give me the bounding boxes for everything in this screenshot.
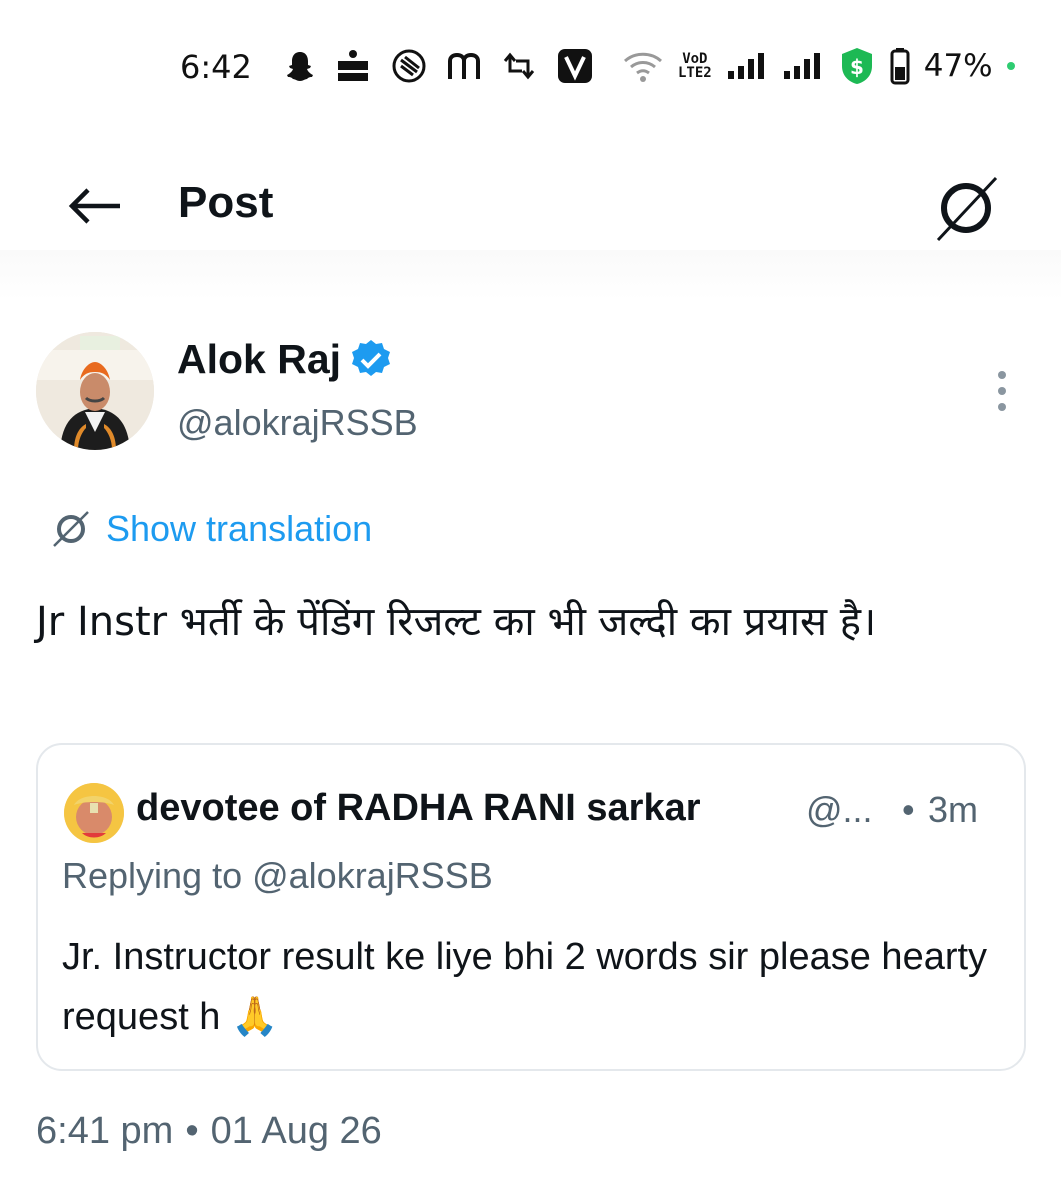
dot-icon <box>998 403 1006 411</box>
post-date: 01 Aug 26 <box>210 1110 382 1152</box>
avatar[interactable] <box>36 332 154 450</box>
quoted-post[interactable]: devotee of RADHA RANI sarkar @... • 3m R… <box>36 743 1026 1071</box>
post-header: Post <box>0 160 1061 250</box>
page-title: Post <box>178 178 274 227</box>
author-name-row[interactable]: Alok Raj <box>177 336 393 383</box>
quoted-author-handle: @... <box>806 789 873 830</box>
author-handle[interactable]: @alokrajRSSB <box>177 402 418 444</box>
replying-prefix: Replying to <box>62 855 253 896</box>
status-bar: 6:42 VoD LTE2 $ 47% <box>0 0 1061 140</box>
post-timestamp: 6:41 pm • 01 Aug 26 <box>36 1110 382 1153</box>
verified-badge-icon <box>352 339 391 376</box>
wifi-icon <box>622 46 664 86</box>
quoted-author-name: devotee of RADHA RANI sarkar <box>136 787 701 829</box>
m-app-icon <box>447 46 481 86</box>
volte-badge: VoD LTE2 <box>678 51 712 81</box>
translate-icon <box>936 176 998 242</box>
app-icon <box>391 46 427 86</box>
post-time: 6:41 pm <box>36 1110 174 1152</box>
notification-icons <box>285 46 593 86</box>
status-dot <box>1006 62 1015 70</box>
replying-to: Replying to @alokrajRSSB <box>62 855 493 897</box>
translate-icon <box>53 511 89 547</box>
snapchat-icon <box>285 46 315 86</box>
signal-icon <box>782 46 824 86</box>
status-time: 6:42 <box>180 48 252 86</box>
system-icons: VoD LTE2 $ 47% <box>622 46 1015 86</box>
shield-dollar-icon: $ <box>838 46 876 86</box>
retweet-icon <box>501 46 537 86</box>
battery-percent: 47% <box>923 48 993 84</box>
quoted-separator: • <box>902 789 915 830</box>
battery-icon <box>890 46 910 86</box>
translate-button[interactable] <box>926 168 1006 248</box>
show-translation-label: Show translation <box>106 508 373 549</box>
replying-handle: @alokrajRSSB <box>252 855 493 896</box>
dot-icon <box>998 371 1006 379</box>
back-button[interactable] <box>62 178 126 234</box>
avatar-image <box>36 332 154 450</box>
signal-icon <box>726 46 768 86</box>
timestamp-separator: • <box>185 1110 199 1152</box>
quoted-time: 3m <box>928 789 979 830</box>
dainik-bhaskar-icon <box>335 46 371 86</box>
author-name[interactable]: Alok Raj <box>177 336 341 383</box>
header-divider <box>0 250 1061 300</box>
dot-icon <box>998 387 1006 395</box>
quoted-text: Jr. Instructor result ke liye bhi 2 word… <box>62 936 988 1038</box>
show-translation-link[interactable]: Show translation <box>50 508 372 550</box>
v-app-icon <box>557 46 593 86</box>
quoted-avatar-image <box>64 783 124 843</box>
post-text: Jr Instr भर्ती के पेंडिंग रिजल्ट का भी ज… <box>36 599 877 645</box>
arrow-left-icon <box>68 188 120 224</box>
quoted-avatar[interactable] <box>64 783 124 843</box>
more-options-button[interactable] <box>982 366 1022 416</box>
svg-text:$: $ <box>850 55 864 79</box>
